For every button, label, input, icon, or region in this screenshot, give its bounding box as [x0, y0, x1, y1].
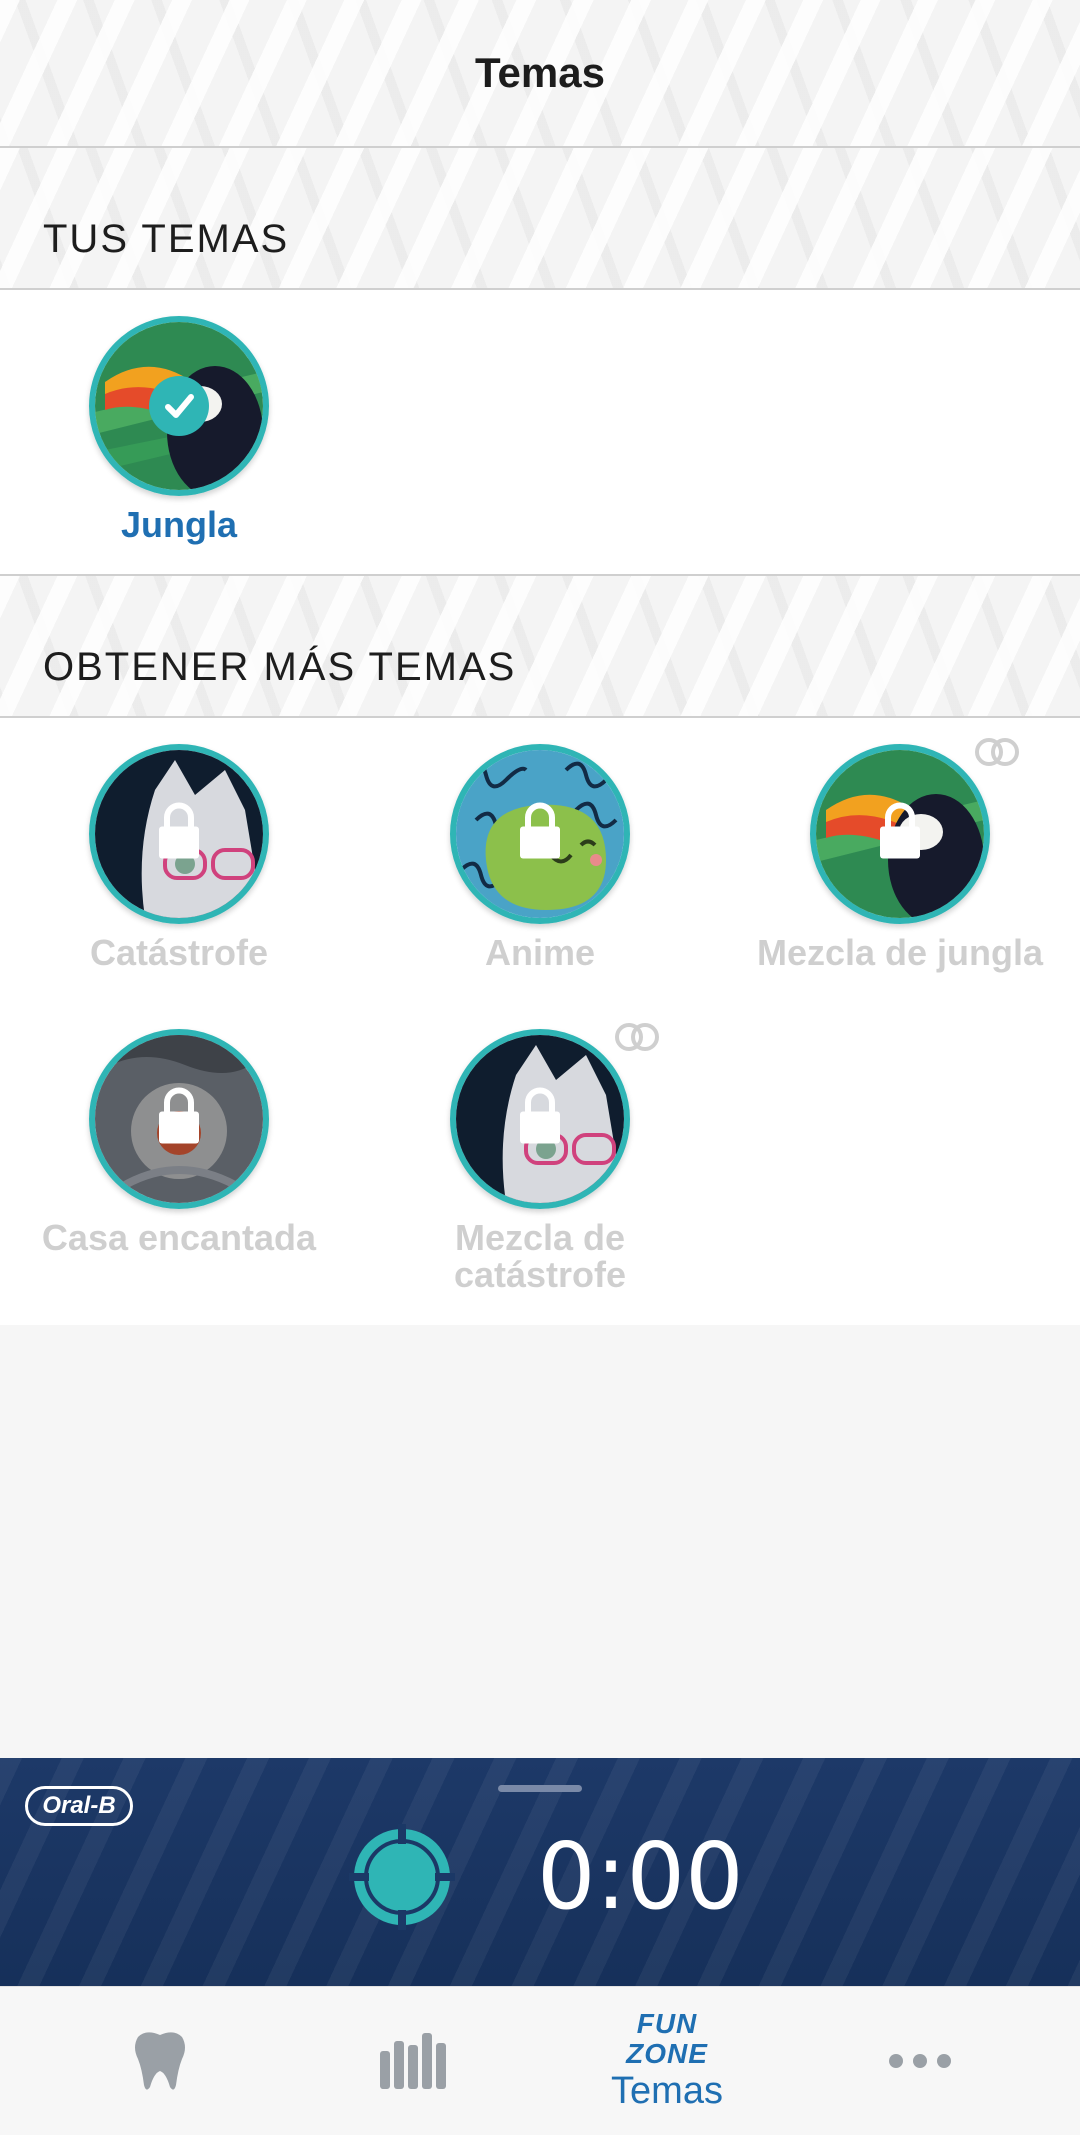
drag-handle[interactable]	[498, 1785, 582, 1792]
lock-icon	[157, 802, 201, 866]
theme-name-line: catástrofe	[453, 1254, 627, 1295]
your-themes-header: TUS TEMAS	[0, 148, 1080, 290]
timer-display: 0:00	[537, 1823, 744, 1930]
page-title: Temas	[475, 49, 605, 96]
tab-more[interactable]	[785, 1987, 1055, 2135]
more-icon	[889, 2054, 951, 2068]
theme-mezcla-de-jungla[interactable]: Mezcla de jungla	[735, 744, 1065, 971]
fun-zone-line: FUN	[636, 2008, 698, 2039]
brand-text: Oral-B	[42, 1792, 116, 1819]
bar-chart-icon	[380, 2033, 446, 2089]
tab-bar: FUN ZONE Temas	[0, 1986, 1080, 2135]
selected-check-icon	[149, 376, 209, 436]
toucan-image	[89, 316, 269, 496]
theme-name: Mezcla de jungla	[756, 932, 1044, 973]
lock-icon	[157, 1087, 201, 1151]
more-themes-heading: OBTENER MÁS TEMAS	[43, 645, 517, 689]
lock-icon	[518, 802, 562, 866]
your-themes-panel: Jungla	[0, 290, 1080, 576]
theme-name-line: Mezcla de	[454, 1217, 626, 1258]
cat-image	[89, 744, 269, 924]
more-themes-header: OBTENER MÁS TEMAS	[0, 576, 1080, 718]
tab-themes[interactable]: FUN ZONE Temas	[532, 1987, 802, 2135]
theme-name: Anime	[484, 932, 596, 973]
cat-image	[450, 1029, 630, 1209]
theme-mezcla-de-catastrofe[interactable]: Mezcla de catástrofe	[375, 1029, 705, 1293]
tab-stats[interactable]	[278, 1987, 548, 2135]
your-themes-heading: TUS TEMAS	[43, 217, 290, 261]
theme-name: Casa encantada	[41, 1217, 317, 1258]
theme-name: Mezcla de catástrofe	[375, 1219, 705, 1293]
fun-zone-line: ZONE	[626, 2038, 708, 2069]
toucan-image	[810, 744, 990, 924]
eye-image	[89, 1029, 269, 1209]
anime-blob-image	[450, 744, 630, 924]
tooth-icon	[135, 2032, 185, 2090]
fun-zone-logo: FUN ZONE	[626, 2009, 708, 2069]
tab-themes-label: Temas	[611, 2070, 723, 2112]
empty-area	[0, 1325, 1080, 1758]
tab-tooth[interactable]	[25, 1987, 295, 2135]
theme-name: Catástrofe	[89, 932, 269, 973]
top-bar: Temas	[0, 0, 1080, 148]
coins-badge-icon	[972, 736, 1022, 768]
more-themes-panel: Catástrofe Anime Mezcla de jungla Casa e…	[0, 718, 1080, 1325]
lock-icon	[878, 802, 922, 866]
lock-icon	[518, 1087, 562, 1151]
theme-anime[interactable]: Anime	[375, 744, 705, 971]
brushing-timer-bar[interactable]: Oral-B 0:00	[0, 1758, 1080, 1986]
timer-ring-icon[interactable]	[349, 1824, 455, 1935]
theme-catastrofe[interactable]: Catástrofe	[14, 744, 344, 971]
coins-badge-icon	[612, 1021, 662, 1053]
oral-b-logo: Oral-B	[25, 1786, 133, 1826]
theme-jungla[interactable]: Jungla	[14, 316, 344, 543]
theme-name: Jungla	[120, 504, 237, 545]
theme-casa-encantada[interactable]: Casa encantada	[14, 1029, 344, 1256]
